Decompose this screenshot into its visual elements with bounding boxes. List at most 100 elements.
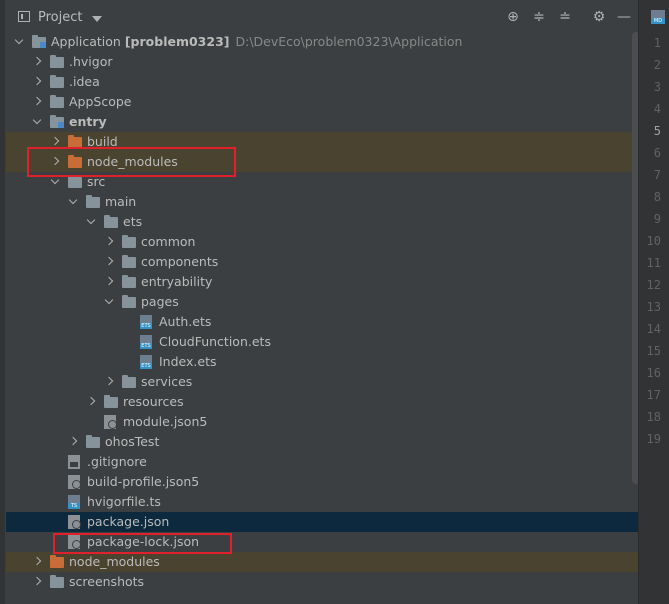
gear-icon[interactable]: ⚙: [591, 9, 607, 25]
tree-row[interactable]: ets: [6, 212, 638, 232]
tree-row[interactable]: package.json: [6, 512, 638, 532]
ets-file-icon: [140, 315, 152, 329]
tree-item-name: pages: [141, 294, 179, 309]
tree-row[interactable]: common: [6, 232, 638, 252]
line-number: 3: [653, 80, 661, 94]
chevron-right-icon[interactable]: [86, 392, 96, 412]
tree-item-label: .idea: [69, 72, 100, 92]
json-file-icon: [104, 415, 117, 429]
tree-row[interactable]: node_modules: [6, 552, 638, 572]
markdown-file-icon[interactable]: [651, 10, 665, 24]
collapse-all-icon[interactable]: ≐: [557, 9, 573, 25]
tree-item-label: ohosTest: [105, 432, 159, 452]
chevron-right-icon[interactable]: [32, 552, 42, 572]
tree-row[interactable]: Auth.ets: [6, 312, 638, 332]
line-number: 16: [646, 366, 661, 380]
line-number: 6: [653, 146, 661, 160]
tree-row[interactable]: screenshots: [6, 572, 638, 592]
project-name-bracket: [problem0323]: [124, 34, 230, 49]
tree-row[interactable]: module.json5: [6, 412, 638, 432]
chevron-down-icon[interactable]: [32, 112, 42, 132]
tree-row[interactable]: ohosTest: [6, 432, 638, 452]
folder-icon: [122, 375, 136, 388]
chevron-right-icon[interactable]: [32, 72, 42, 92]
tree-item-name: entryability: [141, 274, 213, 289]
line-number: 4: [653, 102, 661, 116]
chevron-right-icon[interactable]: [32, 52, 42, 72]
gitignore-file-icon: [68, 455, 80, 469]
ets-file-icon: [140, 355, 152, 369]
chevron-down-icon[interactable]: [92, 16, 102, 22]
tree-item-label: entry: [69, 112, 107, 132]
folder-icon: [50, 95, 64, 108]
minimize-icon[interactable]: —: [616, 9, 632, 25]
chevron-right-icon[interactable]: [32, 92, 42, 112]
tree-row[interactable]: pages: [6, 292, 638, 312]
tree-row[interactable]: .hvigor: [6, 52, 638, 72]
line-number: 11: [646, 256, 661, 270]
chevron-right-icon[interactable]: [104, 232, 114, 252]
tree-row[interactable]: .idea: [6, 72, 638, 92]
tree-row[interactable]: CloudFunction.ets: [6, 332, 638, 352]
folder-icon: [122, 275, 136, 288]
tree-item-name: .hvigor: [69, 54, 113, 69]
tree-row[interactable]: resources: [6, 392, 638, 412]
tree-item-label: common: [141, 232, 195, 252]
tree-item-name: AppScope: [69, 94, 132, 109]
chevron-down-icon[interactable]: [14, 32, 24, 52]
chevron-down-icon[interactable]: [104, 292, 114, 312]
project-panel-title[interactable]: Project: [38, 10, 82, 25]
line-number: 19: [646, 432, 661, 446]
chevron-right-icon[interactable]: [104, 372, 114, 392]
tree-item-name: Application: [51, 34, 121, 49]
tree-row[interactable]: Application [problem0323] D:\DevEco\probl…: [6, 32, 638, 52]
line-number: 1: [653, 36, 661, 50]
project-panel-icon: [18, 11, 30, 22]
tree-row[interactable]: .gitignore: [6, 452, 638, 472]
tree-row[interactable]: main: [6, 192, 638, 212]
tree-item-label: main: [105, 192, 136, 212]
expand-all-icon[interactable]: ≑: [531, 9, 547, 25]
tree-item-name: services: [141, 374, 193, 389]
tree-item-name: build-profile.json5: [87, 474, 200, 489]
chevron-right-icon[interactable]: [68, 432, 78, 452]
tree-item-label: hvigorfile.ts: [87, 492, 161, 512]
chevron-right-icon[interactable]: [32, 572, 42, 592]
tree-row[interactable]: build-profile.json5: [6, 472, 638, 492]
tree-item-label: resources: [123, 392, 184, 412]
tree-row[interactable]: entry: [6, 112, 638, 132]
chevron-right-icon[interactable]: [104, 252, 114, 272]
tree-item-label: services: [141, 372, 192, 392]
project-path: D:\DevEco\problem0323\Application: [235, 34, 463, 49]
chevron-down-icon[interactable]: [86, 212, 96, 232]
tree-item-name: common: [141, 234, 196, 249]
folder-icon: [122, 235, 136, 248]
tree-item-name: screenshots: [69, 574, 145, 589]
tree-item-label: components: [141, 252, 218, 272]
chevron-right-icon[interactable]: [104, 272, 114, 292]
tree-row[interactable]: entryability: [6, 272, 638, 292]
tree-row[interactable]: Index.ets: [6, 352, 638, 372]
tree-item-name: components: [141, 254, 219, 269]
tree-row[interactable]: components: [6, 252, 638, 272]
tree-item-label: screenshots: [69, 572, 144, 592]
line-number: 14: [646, 322, 661, 336]
crosshair-icon[interactable]: ⊕: [505, 9, 521, 25]
tree-item-name: entry: [69, 114, 107, 129]
chevron-down-icon[interactable]: [68, 192, 78, 212]
tree-item-name: CloudFunction.ets: [159, 334, 271, 349]
tree-item-label: Auth.ets: [159, 312, 211, 332]
tree-item-name: module.json5: [123, 414, 208, 429]
tree-row[interactable]: services: [6, 372, 638, 392]
tree-item-name: node_modules: [69, 554, 160, 569]
tree-row[interactable]: AppScope: [6, 92, 638, 112]
tree-row[interactable]: hvigorfile.ts: [6, 492, 638, 512]
tree-item-name: Index.ets: [159, 354, 217, 369]
line-number: 12: [646, 278, 661, 292]
project-toolbar: Project ⊕ ≑ ≐ ⚙ —: [6, 0, 638, 32]
tree-item-name: Auth.ets: [159, 314, 212, 329]
folder-icon: [86, 195, 100, 208]
highlight-box-node-modules: [27, 147, 236, 177]
tree-item-name: .idea: [69, 74, 100, 89]
line-number: 13: [646, 300, 661, 314]
